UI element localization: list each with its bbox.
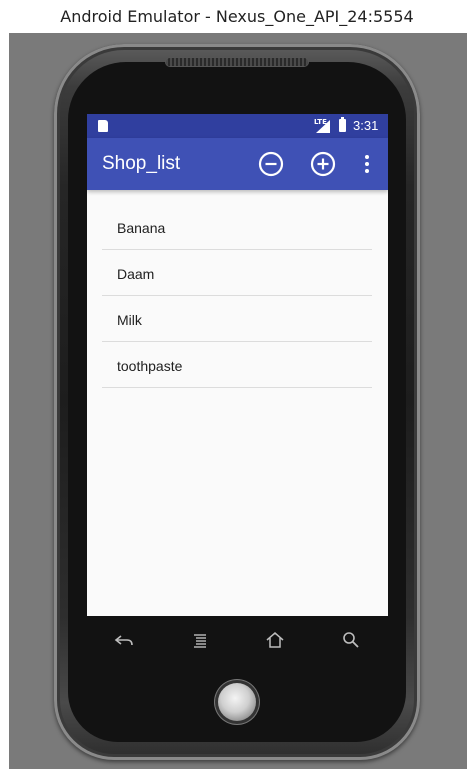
list-item[interactable]: toothpaste [102, 342, 372, 388]
search-key[interactable] [339, 628, 363, 652]
list-item-label: Daam [117, 266, 155, 282]
signal-icon [316, 120, 330, 133]
list-item-label: toothpaste [117, 358, 183, 374]
plus-circle-icon [310, 151, 336, 177]
sd-card-icon [98, 120, 108, 132]
search-icon [343, 632, 359, 648]
hardware-nav-bar [87, 616, 388, 664]
menu-icon [194, 634, 206, 648]
overflow-menu-icon [365, 155, 369, 173]
back-key[interactable] [112, 628, 136, 652]
list-item-label: Banana [117, 220, 166, 236]
back-icon [114, 635, 133, 646]
remove-item-button[interactable] [258, 151, 284, 177]
add-item-button[interactable] [310, 151, 336, 177]
status-time: 3:31 [353, 118, 379, 133]
list-item[interactable]: Daam [102, 250, 372, 296]
app-title: Shop_list [102, 153, 181, 174]
list-item[interactable]: Banana [102, 204, 372, 250]
trackball-button[interactable] [218, 683, 256, 721]
minus-circle-icon [258, 151, 284, 177]
emulator-window-title: Android Emulator - Nexus_One_API_24:5554 [60, 7, 414, 26]
list-item[interactable]: Milk [102, 296, 372, 342]
home-icon [266, 632, 284, 648]
home-key[interactable] [263, 628, 287, 652]
earpiece-speaker [166, 58, 308, 66]
battery-icon [339, 117, 346, 132]
list-item-label: Milk [117, 312, 142, 328]
app-bar: Shop_list [87, 138, 388, 190]
overflow-menu-button[interactable] [359, 152, 375, 176]
menu-key[interactable] [188, 628, 212, 652]
status-bar: LTE 3:31 [87, 114, 388, 138]
shopping-list: Banana Daam Milk toothpaste [102, 204, 372, 388]
device-screen: LTE 3:31 Shop_list Banana Daam Milk toot… [87, 114, 388, 616]
